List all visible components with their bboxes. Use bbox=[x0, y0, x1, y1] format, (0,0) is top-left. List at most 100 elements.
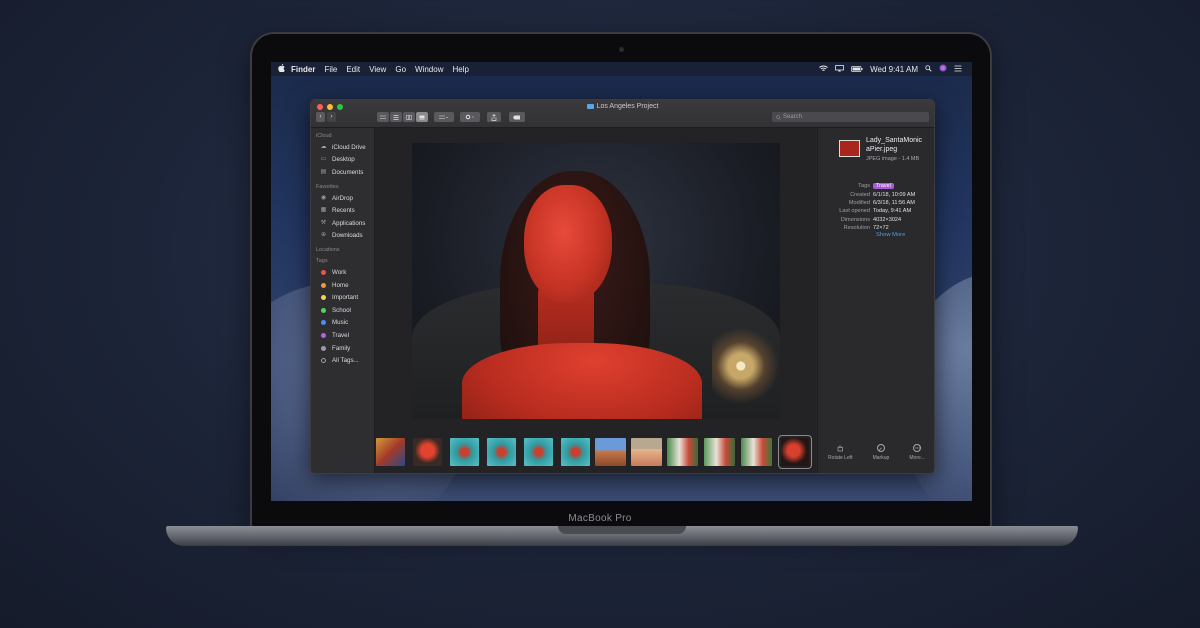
gallery-thumbnail[interactable] bbox=[704, 438, 735, 466]
battery-icon[interactable] bbox=[851, 65, 863, 74]
sidebar-item-documents[interactable]: ▤ Documents bbox=[311, 166, 374, 179]
back-button[interactable]: ‹ bbox=[316, 112, 325, 122]
sidebar-item-label: Desktop bbox=[332, 156, 355, 164]
laptop-notch bbox=[558, 526, 686, 534]
icon-view-button[interactable] bbox=[377, 112, 389, 122]
gallery-thumbnail[interactable] bbox=[413, 438, 442, 466]
preview-image[interactable] bbox=[412, 143, 780, 419]
menu-help[interactable]: Help bbox=[452, 65, 468, 74]
metadata-key: Created bbox=[850, 191, 870, 198]
action-label: Markup bbox=[872, 455, 890, 461]
laptop-lid: Finder File Edit View Go Window Help Wed… bbox=[252, 34, 990, 528]
show-more-link[interactable]: Show More bbox=[876, 232, 905, 238]
sidebar-tag-home[interactable]: Home bbox=[311, 279, 374, 292]
document-icon: ▤ bbox=[320, 168, 327, 175]
sidebar-item-label: Travel bbox=[332, 331, 349, 339]
sidebar-tag-school[interactable]: School bbox=[311, 304, 374, 317]
sidebar-tag-important[interactable]: Important bbox=[311, 291, 374, 304]
markup-button[interactable]: Markup bbox=[872, 444, 890, 461]
window-titlebar: Los Angeles Project ‹ › Search bbox=[311, 100, 934, 128]
sidebar-item-icloud-drive[interactable]: ☁ iCloud Drive bbox=[311, 141, 374, 154]
rotate-left-button[interactable]: Rotate Left bbox=[828, 444, 853, 461]
sidebar-item-desktop[interactable]: ▭ Desktop bbox=[311, 154, 374, 167]
sidebar-item-applications[interactable]: ⚒ Applications bbox=[311, 217, 374, 230]
sidebar-tag-all-tags[interactable]: All Tags... bbox=[311, 354, 374, 367]
gallery-thumbnail[interactable] bbox=[595, 438, 626, 466]
clock[interactable]: Wed 9:41 AM bbox=[870, 65, 918, 74]
gallery-thumbnail[interactable] bbox=[561, 438, 590, 466]
siri-icon[interactable] bbox=[939, 64, 947, 74]
menu-go[interactable]: Go bbox=[395, 65, 406, 74]
gallery-thumbnail[interactable] bbox=[667, 438, 698, 466]
metadata-key: Modified bbox=[848, 199, 870, 206]
desktop-icon: ▭ bbox=[320, 156, 327, 163]
sidebar-tag-music[interactable]: Music bbox=[311, 317, 374, 330]
all-tags-icon bbox=[321, 358, 326, 364]
sidebar-item-downloads[interactable]: ⊕ Downloads bbox=[311, 230, 374, 243]
group-by-button[interactable] bbox=[434, 112, 454, 122]
sidebar-item-label: Documents bbox=[332, 168, 364, 176]
sidebar-tag-travel[interactable]: Travel bbox=[311, 329, 374, 342]
menu-bar: Finder File Edit View Go Window Help Wed… bbox=[271, 62, 972, 76]
tag-color-dot bbox=[321, 295, 326, 301]
gallery-thumbnail[interactable] bbox=[741, 438, 772, 466]
finder-window: Los Angeles Project ‹ › Search iCloud ☁ … bbox=[310, 99, 935, 474]
sidebar-tag-family[interactable]: Family bbox=[311, 342, 374, 355]
tag-color-dot bbox=[321, 282, 326, 288]
gallery-thumbnail[interactable] bbox=[376, 438, 405, 466]
gallery-thumbnail[interactable] bbox=[631, 438, 662, 466]
sidebar-item-label: Family bbox=[332, 344, 351, 352]
menu-window[interactable]: Window bbox=[415, 65, 443, 74]
apple-menu-icon[interactable] bbox=[271, 64, 291, 74]
tag-color-dot bbox=[321, 307, 326, 313]
notification-center-icon[interactable] bbox=[954, 65, 962, 74]
preview-pane: Lady_SantaMonic aPier.jpeg JPEG image - … bbox=[817, 128, 934, 473]
applications-icon: ⚒ bbox=[320, 219, 327, 226]
spotlight-search-icon[interactable] bbox=[925, 64, 932, 74]
tag-color-dot bbox=[321, 332, 326, 338]
menu-file[interactable]: File bbox=[324, 65, 337, 74]
gallery-thumbnail[interactable] bbox=[487, 438, 516, 466]
column-view-button[interactable] bbox=[403, 112, 415, 122]
metadata-value: Today, 9:41 AM bbox=[873, 208, 912, 215]
sidebar-item-label: Downloads bbox=[332, 232, 363, 240]
file-kind: JPEG image - 1.4 MB bbox=[866, 156, 920, 162]
menu-edit[interactable]: Edit bbox=[346, 65, 360, 74]
file-name: Lady_SantaMonic aPier.jpeg bbox=[866, 137, 932, 154]
action-label: Rotate Left bbox=[828, 455, 853, 461]
sidebar-item-label: Applications bbox=[332, 219, 366, 227]
sidebar-item-label: Important bbox=[332, 294, 359, 302]
metadata-list: Tags Travel Created 6/1/18, 10:09 AM Modi… bbox=[818, 182, 934, 232]
sidebar-item-airdrop[interactable]: ◉ AirDrop bbox=[311, 192, 374, 205]
forward-button[interactable]: › bbox=[327, 112, 336, 122]
downloads-icon: ⊕ bbox=[320, 232, 327, 239]
sidebar-tag-work[interactable]: Work bbox=[311, 266, 374, 279]
search-placeholder: Search bbox=[783, 114, 803, 120]
gallery-thumbnail[interactable] bbox=[450, 438, 479, 466]
search-field[interactable]: Search bbox=[772, 112, 929, 122]
gallery-view-button[interactable] bbox=[416, 112, 428, 122]
sidebar-section-icloud: iCloud bbox=[316, 133, 332, 139]
window-title: Los Angeles Project bbox=[311, 103, 934, 110]
sidebar-item-recents[interactable]: ▦ Recents bbox=[311, 204, 374, 217]
menu-finder[interactable]: Finder bbox=[291, 65, 315, 74]
action-gear-button[interactable] bbox=[460, 112, 480, 122]
wifi-icon[interactable] bbox=[819, 65, 828, 74]
list-view-button[interactable] bbox=[390, 112, 402, 122]
more-button[interactable]: More... bbox=[909, 444, 925, 461]
sidebar-item-label: All Tags... bbox=[332, 357, 359, 365]
metadata-row-tags: Tags Travel bbox=[818, 182, 934, 190]
gallery-thumbnail-selected[interactable] bbox=[778, 435, 812, 469]
share-button[interactable] bbox=[487, 112, 501, 122]
markup-icon bbox=[876, 444, 885, 452]
cloud-icon: ☁ bbox=[320, 143, 327, 150]
tag-pill[interactable]: Travel bbox=[873, 183, 894, 190]
airplay-icon[interactable] bbox=[835, 64, 845, 74]
edit-tags-button[interactable] bbox=[509, 112, 525, 122]
gallery-thumbnail[interactable] bbox=[524, 438, 553, 466]
metadata-row: Created 6/1/18, 10:09 AM bbox=[818, 190, 934, 198]
file-name-line1: Lady_SantaMonic bbox=[866, 137, 923, 144]
menu-view[interactable]: View bbox=[369, 65, 386, 74]
metadata-key: Dimensions bbox=[840, 216, 870, 223]
metadata-value: 4032×3024 bbox=[873, 216, 902, 223]
